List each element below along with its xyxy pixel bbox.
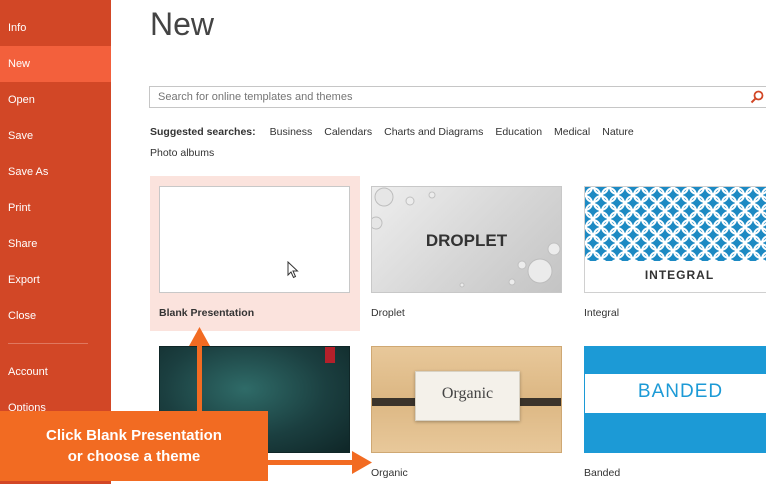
nav-new[interactable]: New [0,46,111,82]
suggested-photo-albums[interactable]: Photo albums [150,147,214,159]
nav-open[interactable]: Open [0,82,111,118]
suggested-medical[interactable]: Medical [554,126,590,138]
suggested-education[interactable]: Education [495,126,542,138]
template-label: Droplet [371,307,405,319]
template-search-box[interactable] [149,86,766,108]
arrow-right-icon [268,451,372,474]
callout-line-1: Click Blank Presentation [46,427,222,444]
search-icon[interactable] [750,90,764,104]
suggested-searches: Suggested searches: Business Calendars Char… [150,122,710,164]
blank-thumbnail[interactable] [159,186,350,293]
suggested-calendars[interactable]: Calendars [324,126,372,138]
integral-pattern [585,187,766,261]
organic-thumbnail[interactable]: Organic [371,346,562,453]
nav-info[interactable]: Info [0,10,111,46]
nav-export[interactable]: Export [0,262,111,298]
template-label: Banded [584,467,621,479]
organic-card: Organic [415,371,520,421]
integral-thumb-title: INTEGRAL [644,268,715,282]
template-label: Organic [371,467,408,479]
nav-separator [8,343,88,344]
nav-save-as[interactable]: Save As [0,154,111,190]
suggested-label: Suggested searches: [150,126,256,138]
nav-close[interactable]: Close [0,298,111,334]
suggested-nature[interactable]: Nature [602,126,634,138]
nav-print[interactable]: Print [0,190,111,226]
suggested-charts-and-diagrams[interactable]: Charts and Diagrams [384,126,483,138]
nav-save[interactable]: Save [0,118,111,154]
instruction-callout: Click Blank Presentation or choose a the… [0,411,268,481]
page-title: New [150,6,215,42]
nav-account[interactable]: Account [0,354,111,390]
integral-thumbnail[interactable]: INTEGRAL [584,186,766,293]
suggested-business[interactable]: Business [270,126,313,138]
banded-band: BANDED [585,374,766,413]
droplet-thumbnail[interactable]: DROPLET [371,186,562,293]
callout-line-2: or choose a theme [67,448,201,465]
bookmark-accent [325,347,335,363]
droplet-thumb-title: DROPLET [425,231,508,250]
banded-thumbnail[interactable]: BANDED [584,346,766,453]
mouse-pointer-icon [287,261,299,279]
banded-thumb-title: BANDED [637,381,724,402]
organic-thumb-title: Organic [441,385,494,402]
template-label: Integral [584,307,620,319]
search-input[interactable] [150,87,766,107]
nav-share[interactable]: Share [0,226,111,262]
template-label: Blank Presentation [159,307,255,319]
